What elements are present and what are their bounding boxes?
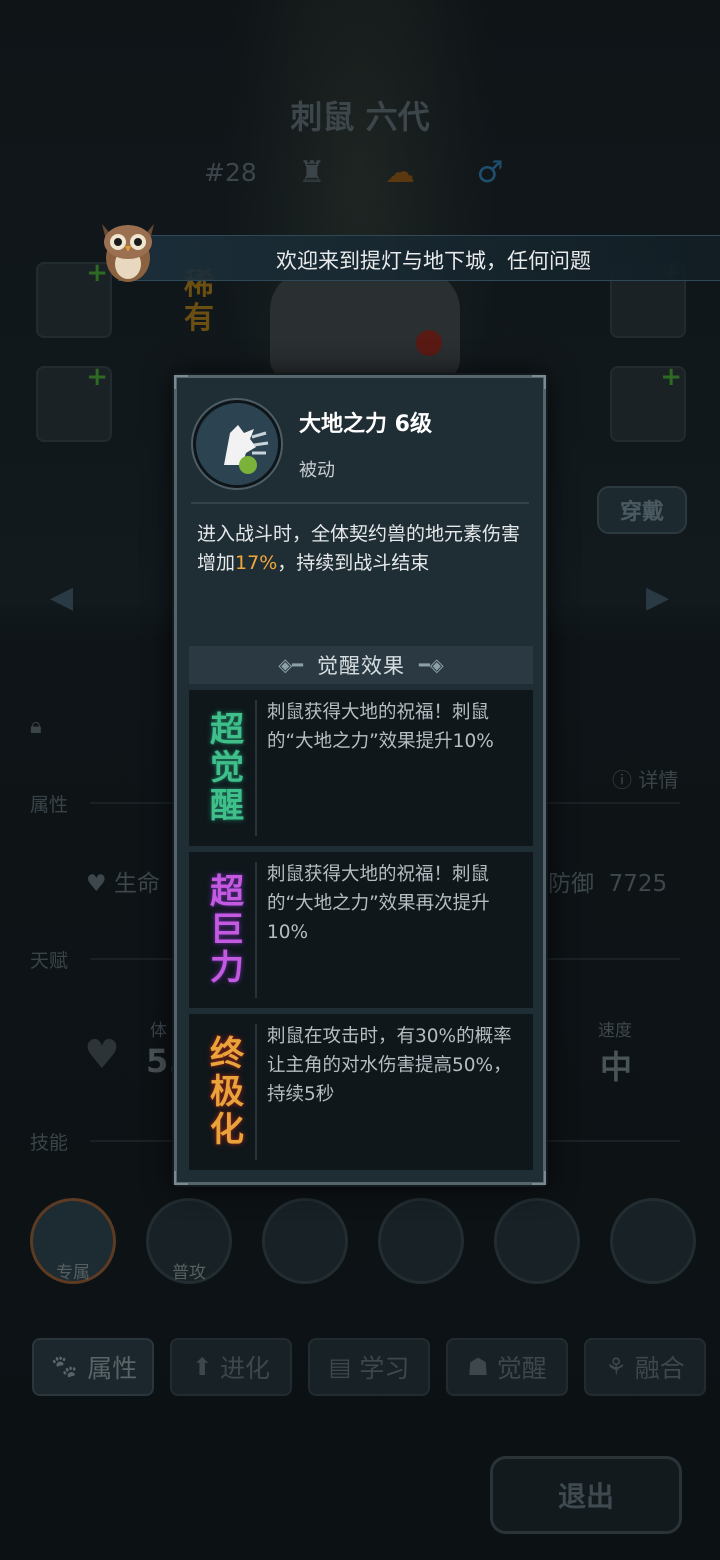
super-strength-badge: 超巨力: [199, 862, 257, 998]
skill-description: 进入战斗时，全体契约兽的地元素伤害增加17%，持续到战斗结束: [197, 520, 533, 578]
badge-char: 巨: [210, 910, 244, 950]
banner-text: 欢迎来到提灯与地下城，任何问题: [276, 249, 591, 273]
heart-icon: ♥: [84, 1032, 120, 1078]
badge-char: 超: [210, 710, 244, 750]
skill-slot-locked[interactable]: [494, 1198, 580, 1284]
tab-evolve[interactable]: ⬆ 进化: [170, 1338, 292, 1396]
pet-rank: #28: [204, 158, 257, 187]
corner-deco: [532, 375, 546, 389]
bottom-tabbar: 🐾︎ 属性 ⬆ 进化 ▤ 学习 ☗ 觉醒 ⚘ 融合: [32, 1338, 712, 1398]
arrow-up-icon: ⬆: [191, 1353, 213, 1381]
skill-slot-empty[interactable]: [378, 1198, 464, 1284]
corner-deco: [532, 1171, 546, 1185]
beast-face-icon: ☗: [467, 1353, 489, 1381]
skill-tag-normal: 普攻: [172, 1263, 206, 1283]
awakening-text: 刺鼠在攻击时，有30%的概率让主角的对水伤害提高50%，持续5秒: [267, 1026, 512, 1105]
badge-char: 醒: [210, 786, 244, 826]
earth-element-icon: ☁: [385, 154, 415, 190]
body-label: 体: [150, 1021, 167, 1041]
tab-label: 进化: [220, 1354, 271, 1383]
badge-char: 极: [210, 1072, 244, 1112]
badge-char: 化: [210, 1110, 244, 1150]
section-skill-label: 技能: [30, 1132, 69, 1154]
wear-button[interactable]: 穿戴: [597, 486, 687, 534]
corner-deco: [174, 1171, 188, 1185]
tab-label: 学习: [359, 1354, 410, 1383]
corner-deco: [174, 375, 188, 389]
male-gender-icon: ♂: [476, 154, 504, 190]
awakening-text: 刺鼠获得大地的祝福！刺鼠的“大地之力”效果提升10%: [267, 702, 494, 752]
badge-char: 觉: [210, 748, 244, 788]
plus-icon: +: [660, 362, 682, 392]
detail-label: 详情: [638, 768, 679, 792]
diamond-deco-icon: ◈━: [278, 654, 303, 676]
desc-text: ，持续到战斗结束: [277, 552, 430, 574]
skill-slot-empty[interactable]: [262, 1198, 348, 1284]
paw-icon: 🐾︎: [48, 1353, 80, 1381]
fusion-icon: ⚘: [605, 1353, 627, 1381]
lock-icon: 🔒︎: [30, 714, 42, 739]
desc-highlight: 17%: [235, 552, 278, 574]
def-stat: 防御 7725: [548, 864, 667, 898]
book-icon: ▤: [328, 1353, 352, 1381]
heart-icon: ♥: [86, 871, 107, 897]
diamond-deco-icon: ━◈: [419, 654, 444, 676]
speed-label: 速度: [598, 1021, 632, 1041]
skill-detail-popup: 大地之力 6级 被动 进入战斗时，全体契约兽的地元素伤害增加17%，持续到战斗结…: [174, 375, 546, 1185]
awakening-card: 超觉醒 刺鼠获得大地的祝福！刺鼠的“大地之力”效果提升10%: [189, 690, 533, 846]
badge-char: 超: [210, 872, 244, 912]
def-value: 7725: [608, 871, 668, 897]
speed-value: 中: [600, 1048, 633, 1086]
skill-slot-locked[interactable]: [610, 1198, 696, 1284]
hp-label: 生命: [113, 871, 160, 897]
awakening-text: 刺鼠获得大地的祝福！刺鼠的“大地之力”效果再次提升10%: [267, 864, 490, 943]
skill-tag-exclusive: 专属: [56, 1263, 90, 1283]
tab-awaken[interactable]: ☗ 觉醒: [446, 1338, 568, 1396]
awakening-card: 超巨力 刺鼠获得大地的祝福！刺鼠的“大地之力”效果再次提升10%: [189, 852, 533, 1008]
exit-button[interactable]: 退出: [490, 1456, 682, 1534]
hp-stat: ♥ 生命: [86, 864, 160, 898]
section-attr-label: 属性: [30, 794, 69, 816]
pet-name: 刺鼠 六代: [290, 98, 430, 136]
skill-title: 大地之力 6级: [299, 412, 432, 437]
announcement-banner: 欢迎来到提灯与地下城，任何问题: [118, 235, 720, 281]
earth-power-skill-icon: [193, 400, 281, 488]
equip-slot[interactable]: +: [610, 362, 686, 442]
trophy-icon: ♜: [298, 154, 326, 190]
skill-type: 被动: [299, 460, 335, 481]
prev-arrow-icon[interactable]: ◀: [50, 580, 73, 615]
awaken-title: 觉醒效果: [317, 654, 405, 678]
tab-attributes[interactable]: 🐾︎ 属性: [32, 1338, 154, 1396]
owl-mascot-icon: [102, 224, 154, 282]
tab-label: 属性: [87, 1354, 138, 1383]
awakening-card: 终极化 刺鼠在攻击时，有30%的概率让主角的对水伤害提高50%，持续5秒: [189, 1014, 533, 1170]
tab-label: 融合: [634, 1354, 685, 1383]
section-talent-label: 天赋: [30, 950, 69, 972]
super-awaken-badge: 超觉醒: [199, 700, 257, 836]
def-label: 防御: [548, 871, 594, 897]
badge-char: 终: [210, 1034, 244, 1074]
ultimate-badge: 终极化: [199, 1024, 257, 1160]
badge-char: 力: [210, 948, 244, 988]
tab-fusion[interactable]: ⚘ 融合: [584, 1338, 706, 1396]
next-arrow-icon[interactable]: ▶: [646, 580, 669, 615]
tab-learn[interactable]: ▤ 学习: [308, 1338, 430, 1396]
plus-icon: +: [86, 362, 108, 392]
detail-button[interactable]: ⓘ 详情: [612, 764, 678, 793]
awaken-header: ◈━ 觉醒效果 ━◈: [189, 646, 533, 684]
divider: [191, 502, 529, 504]
equip-slot[interactable]: +: [36, 362, 112, 442]
info-icon: ⓘ: [612, 768, 632, 792]
pet-portrait: [270, 270, 460, 380]
tab-label: 觉醒: [496, 1354, 547, 1383]
